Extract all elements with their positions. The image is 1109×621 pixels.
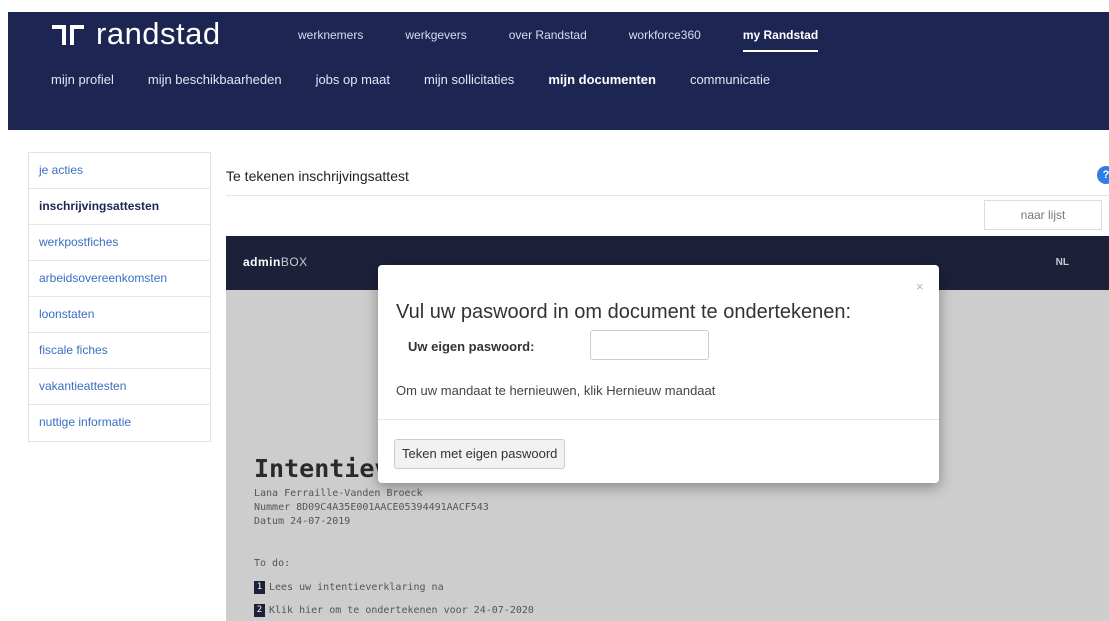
randstad-logo-icon xyxy=(52,25,84,45)
sidebar-item-je-acties[interactable]: je acties xyxy=(29,153,210,189)
document-number: Nummer 8D09C4A35E001AACE05394491AACF543 xyxy=(254,502,489,513)
modal-divider xyxy=(378,419,939,420)
document-name: Lana Ferraille-Vanden Broeck xyxy=(254,488,423,499)
language-selector[interactable]: NL xyxy=(1056,257,1069,268)
todo-number: 1 xyxy=(254,581,265,594)
document-date: Datum 24-07-2019 xyxy=(254,516,351,527)
sidebar-item-nuttige-informatie[interactable]: nuttige informatie xyxy=(29,405,210,441)
site-header: randstad werknemers werkgevers over Rand… xyxy=(8,12,1109,130)
top-nav-werkgevers[interactable]: werkgevers xyxy=(405,28,466,42)
sub-nav-jobs-op-maat[interactable]: jobs op maat xyxy=(316,72,390,87)
page-title: Te tekenen inschrijvingsattest xyxy=(226,168,409,184)
password-input[interactable] xyxy=(590,330,709,360)
sub-nav-communicatie[interactable]: communicatie xyxy=(690,72,770,87)
sidebar-item-vakantieattesten[interactable]: vakantieattesten xyxy=(29,369,210,405)
sub-nav: mijn profiel mijn beschikbaarheden jobs … xyxy=(51,72,804,87)
todo-text: Lees uw intentieverklaring na xyxy=(269,582,444,593)
title-divider xyxy=(226,195,1109,196)
todo-item[interactable]: 1 Lees uw intentieverklaring na xyxy=(254,581,444,594)
sidebar-item-werkpostfiches[interactable]: werkpostfiches xyxy=(29,225,210,261)
top-nav-my-randstad[interactable]: my Randstad xyxy=(742,28,819,52)
top-nav-werknemers[interactable]: werknemers xyxy=(298,28,363,42)
randstad-logo[interactable]: randstad xyxy=(50,14,221,54)
todo-text: Klik hier om te ondertekenen voor 24-07-… xyxy=(269,605,534,616)
top-nav-over-randstad[interactable]: over Randstad xyxy=(509,28,587,42)
adminbox-brand-bold: admin xyxy=(243,255,281,269)
top-nav-workforce360[interactable]: workforce360 xyxy=(629,28,701,42)
documents-sidebar: je acties inschrijvingsattesten werkpost… xyxy=(28,152,211,442)
logo-text: randstad xyxy=(96,16,221,51)
adminbox-brand-rest: BOX xyxy=(280,255,308,269)
page: randstad werknemers werkgevers over Rand… xyxy=(0,0,1109,621)
back-to-list-button[interactable]: naar lijst xyxy=(984,200,1102,230)
adminbox-brand: adminBOX xyxy=(243,255,308,269)
sidebar-item-loonstaten[interactable]: loonstaten xyxy=(29,297,210,333)
sub-nav-mijn-beschikbaarheden[interactable]: mijn beschikbaarheden xyxy=(148,72,282,87)
document-meta: Lana Ferraille-Vanden Broeck Nummer 8D09… xyxy=(254,487,489,529)
password-modal: × Vul uw paswoord in om document te onde… xyxy=(378,265,939,483)
sidebar-item-arbeidsovereenkomsten[interactable]: arbeidsovereenkomsten xyxy=(29,261,210,297)
mandate-info-text: Om uw mandaat te hernieuwen, klik Hernie… xyxy=(396,383,716,398)
sub-nav-mijn-sollicitaties[interactable]: mijn sollicitaties xyxy=(424,72,514,87)
sub-nav-mijn-profiel[interactable]: mijn profiel xyxy=(51,72,114,87)
password-label: Uw eigen paswoord: xyxy=(408,339,535,354)
sidebar-item-fiscale-fiches[interactable]: fiscale fiches xyxy=(29,333,210,369)
sub-nav-mijn-documenten[interactable]: mijn documenten xyxy=(548,72,656,87)
modal-heading: Vul uw paswoord in om document te ondert… xyxy=(396,301,852,323)
help-icon[interactable]: ? xyxy=(1097,166,1109,184)
sidebar-item-inschrijvingsattesten[interactable]: inschrijvingsattesten xyxy=(29,189,210,225)
top-nav: werknemers werkgevers over Randstad work… xyxy=(298,28,860,52)
todo-item[interactable]: 2 Klik hier om te ondertekenen voor 24-0… xyxy=(254,604,534,617)
close-icon[interactable]: × xyxy=(916,279,924,294)
todo-number: 2 xyxy=(254,604,265,617)
sign-with-password-button[interactable]: Teken met eigen paswoord xyxy=(394,439,566,469)
todo-heading: To do: xyxy=(254,558,291,569)
